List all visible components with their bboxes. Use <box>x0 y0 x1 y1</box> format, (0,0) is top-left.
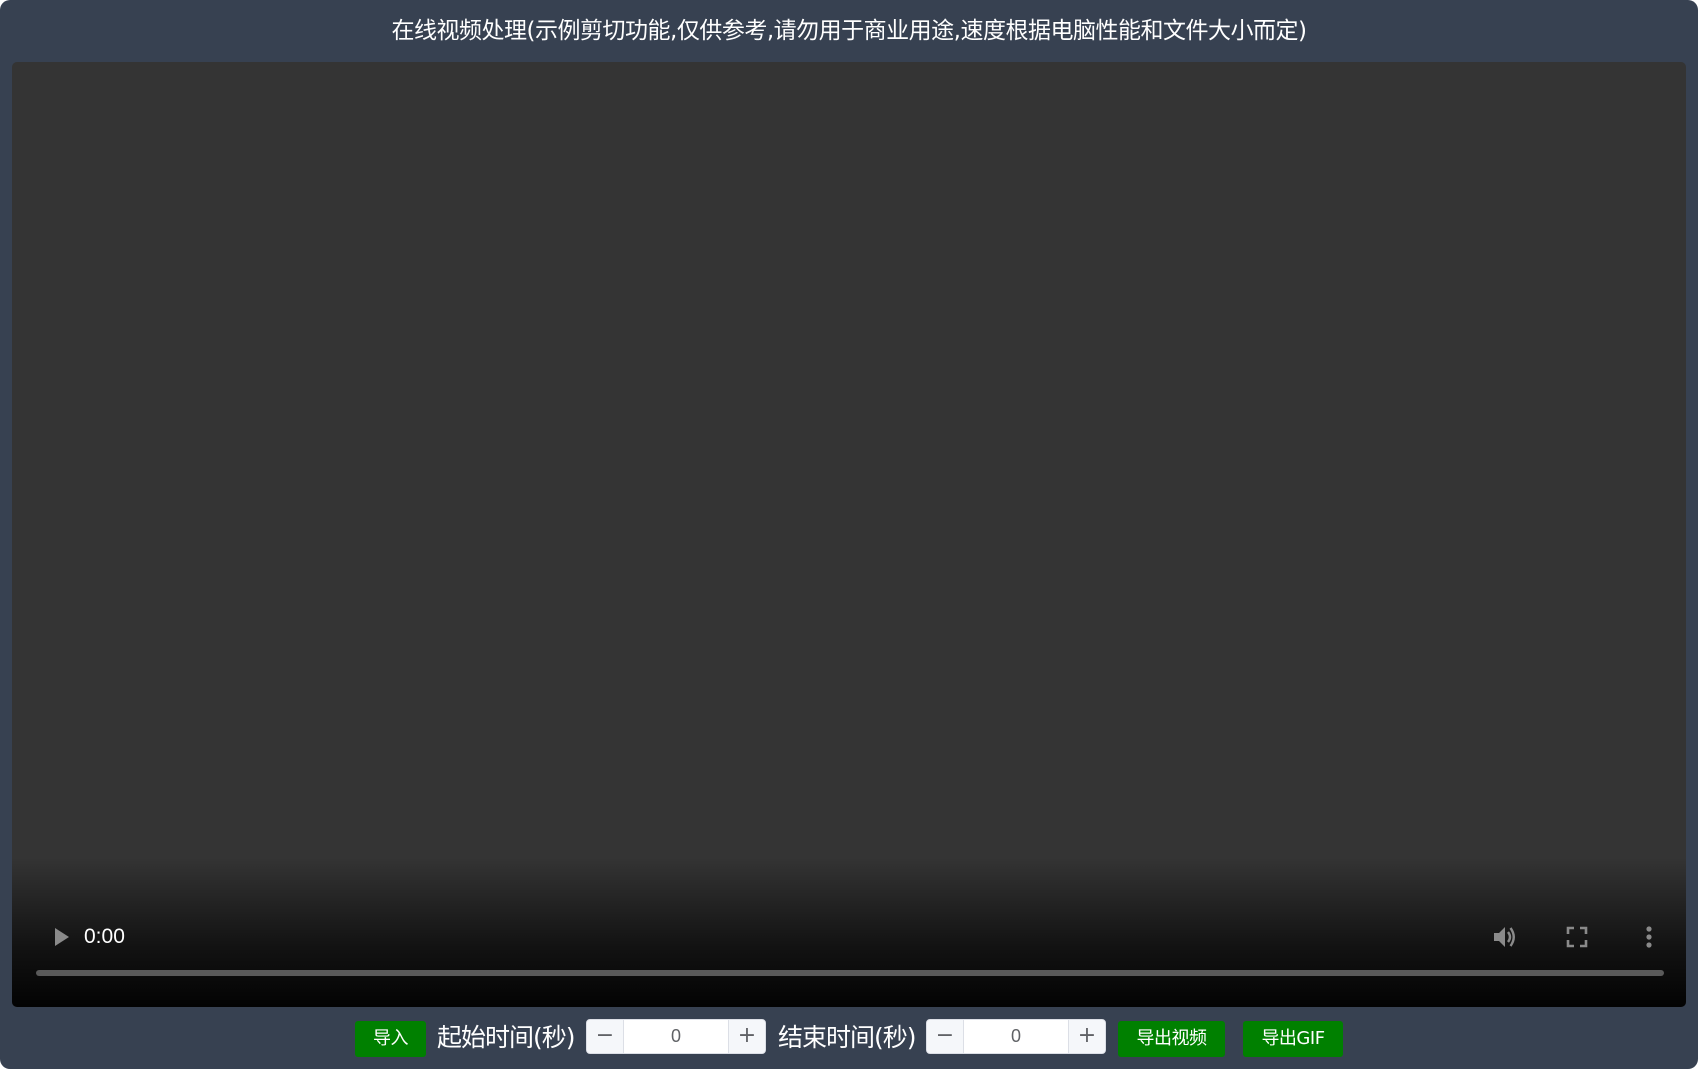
end-time-input[interactable] <box>964 1020 1068 1053</box>
play-button[interactable] <box>38 914 84 960</box>
page-title: 在线视频处理(示例剪切功能,仅供参考,请勿用于商业用途,速度根据电脑性能和文件大… <box>391 18 1307 44</box>
start-time-stepper: − + <box>586 1019 766 1054</box>
start-time-increment-button[interactable]: + <box>728 1020 765 1053</box>
bottom-toolbar: 导入 起始时间(秒) − + 结束时间(秒) − + 导出视频 导出GIF <box>0 1018 1698 1060</box>
import-button[interactable]: 导入 <box>355 1021 426 1057</box>
end-time-decrement-button[interactable]: − <box>927 1020 964 1053</box>
end-time-increment-button[interactable]: + <box>1068 1020 1105 1053</box>
end-time-label: 结束时间(秒) <box>778 1023 917 1052</box>
volume-icon <box>1494 927 1515 947</box>
fullscreen-icon <box>1566 926 1588 948</box>
more-vertical-icon <box>1646 926 1652 948</box>
play-icon <box>55 928 69 946</box>
start-time-decrement-button[interactable]: − <box>587 1020 624 1053</box>
fullscreen-button[interactable] <box>1554 914 1600 960</box>
more-options-button[interactable] <box>1626 914 1672 960</box>
controls-overlay <box>12 857 1686 1007</box>
export-video-button[interactable]: 导出视频 <box>1118 1021 1225 1057</box>
app-window: 在线视频处理(示例剪切功能,仅供参考,请勿用于商业用途,速度根据电脑性能和文件大… <box>0 0 1698 1069</box>
volume-button[interactable] <box>1482 914 1528 960</box>
current-time: 0:00 <box>84 925 125 948</box>
end-time-stepper: − + <box>926 1019 1106 1054</box>
export-gif-button[interactable]: 导出GIF <box>1243 1021 1343 1057</box>
start-time-label: 起始时间(秒) <box>437 1023 576 1052</box>
video-player[interactable]: 0:00 <box>12 62 1686 1007</box>
progress-bar[interactable] <box>36 970 1664 976</box>
start-time-input[interactable] <box>624 1020 728 1053</box>
